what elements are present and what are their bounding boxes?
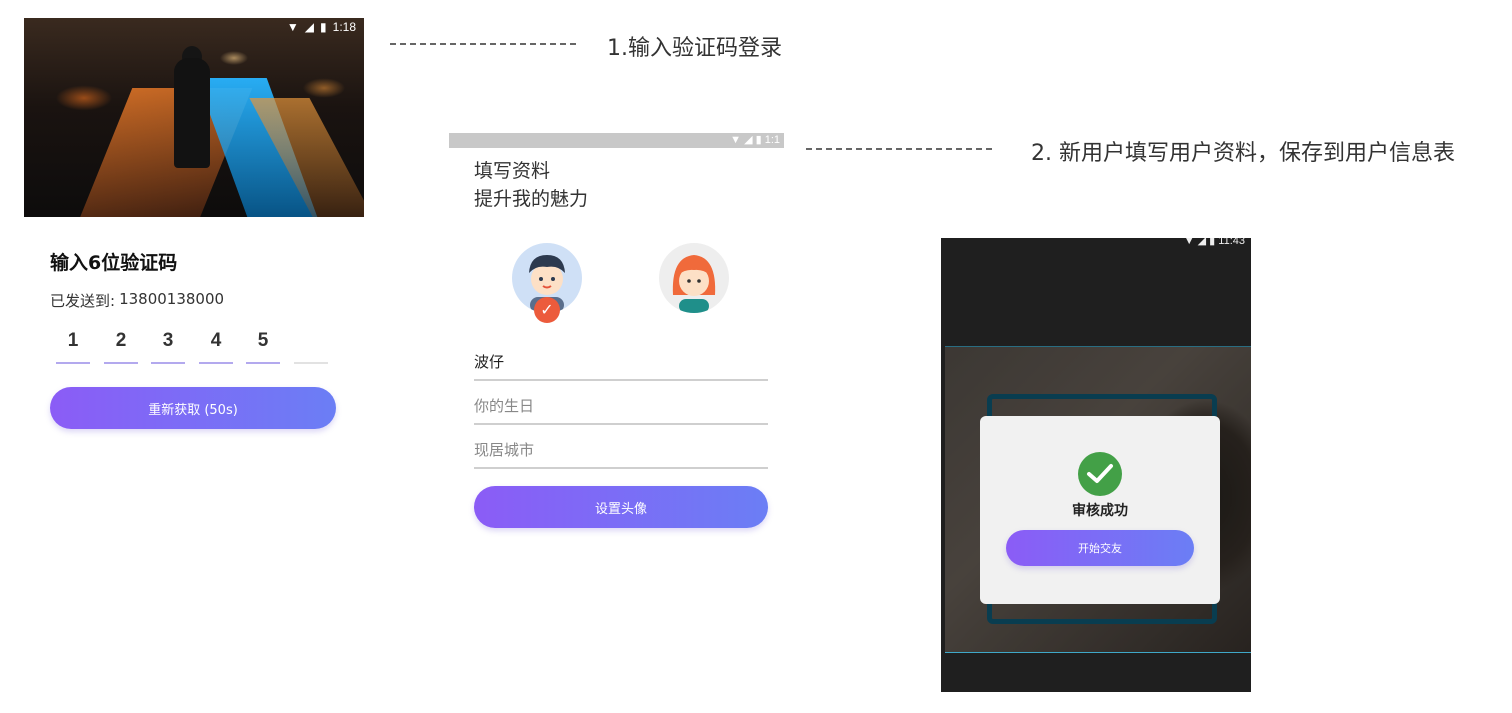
status-bar: ▼ ◢ ▮ 11:43 (1184, 238, 1245, 247)
code-digit-3[interactable]: 3 (151, 330, 185, 364)
profile-subtitle: 提升我的魅力 (474, 188, 589, 210)
battery-icon: ▮ (320, 20, 327, 34)
step1-caption: 1.输入验证码登录 (607, 36, 782, 61)
city-placeholder: 现居城市 (474, 441, 535, 459)
signal-icon: ◢ (304, 20, 315, 34)
code-digit-1[interactable]: 1 (56, 330, 90, 364)
status-icons: ▼ ◢ ▮ (1183, 238, 1219, 247)
birthday-placeholder: 你的生日 (474, 397, 535, 415)
success-message: 审核成功 (1072, 503, 1128, 519)
status-time: 1:1 (764, 134, 780, 146)
phone-number: 13800138000 (119, 290, 225, 308)
sent-to-line: 已发送到: 13800138000 (50, 290, 224, 311)
resend-code-button[interactable]: 重新获取 (50s) (50, 387, 336, 429)
city-field[interactable]: 现居城市 (474, 429, 768, 469)
start-dating-button[interactable]: 开始交友 (1006, 530, 1194, 566)
sent-label: 已发送到: (50, 292, 116, 310)
status-icons: ▼ ◢ ▮ (730, 134, 765, 146)
selected-check-icon: ✓ (534, 297, 560, 323)
status-time: 11:43 (1218, 238, 1245, 247)
status-bar: ▼ ◢ ▮ 1:1 (449, 133, 784, 148)
code-digit-5[interactable]: 5 (246, 330, 280, 364)
nickname-value: 波仔 (474, 353, 505, 371)
step2-connector (806, 148, 992, 150)
face-check-screen: ▼ ◢ ▮ 11:43 审核成功 开始交友 (941, 238, 1251, 692)
success-check-icon (1078, 452, 1122, 496)
status-bar: ▼ ◢ ▮ 1:18 (287, 20, 356, 34)
nickname-field[interactable]: 波仔 (474, 341, 768, 381)
success-dialog: 审核成功 开始交友 (980, 416, 1220, 604)
wifi-icon: ▼ (286, 20, 299, 34)
status-time: 1:18 (332, 20, 356, 34)
step2-caption: 2. 新用户填写用户资料，保存到用户信息表 (1031, 141, 1455, 166)
girl-avatar[interactable] (659, 243, 729, 313)
code-digit-4[interactable]: 4 (199, 330, 233, 364)
set-avatar-button[interactable]: 设置头像 (474, 486, 768, 528)
code-title: 输入6位验证码 (50, 252, 178, 274)
birthday-field[interactable]: 你的生日 (474, 385, 768, 425)
code-digit-6[interactable] (294, 330, 328, 364)
login-banner-photo: ▼ ◢ ▮ 1:18 (24, 18, 364, 217)
profile-title: 填写资料 (474, 160, 551, 182)
code-digit-2[interactable]: 2 (104, 330, 138, 364)
step1-connector (390, 43, 576, 45)
